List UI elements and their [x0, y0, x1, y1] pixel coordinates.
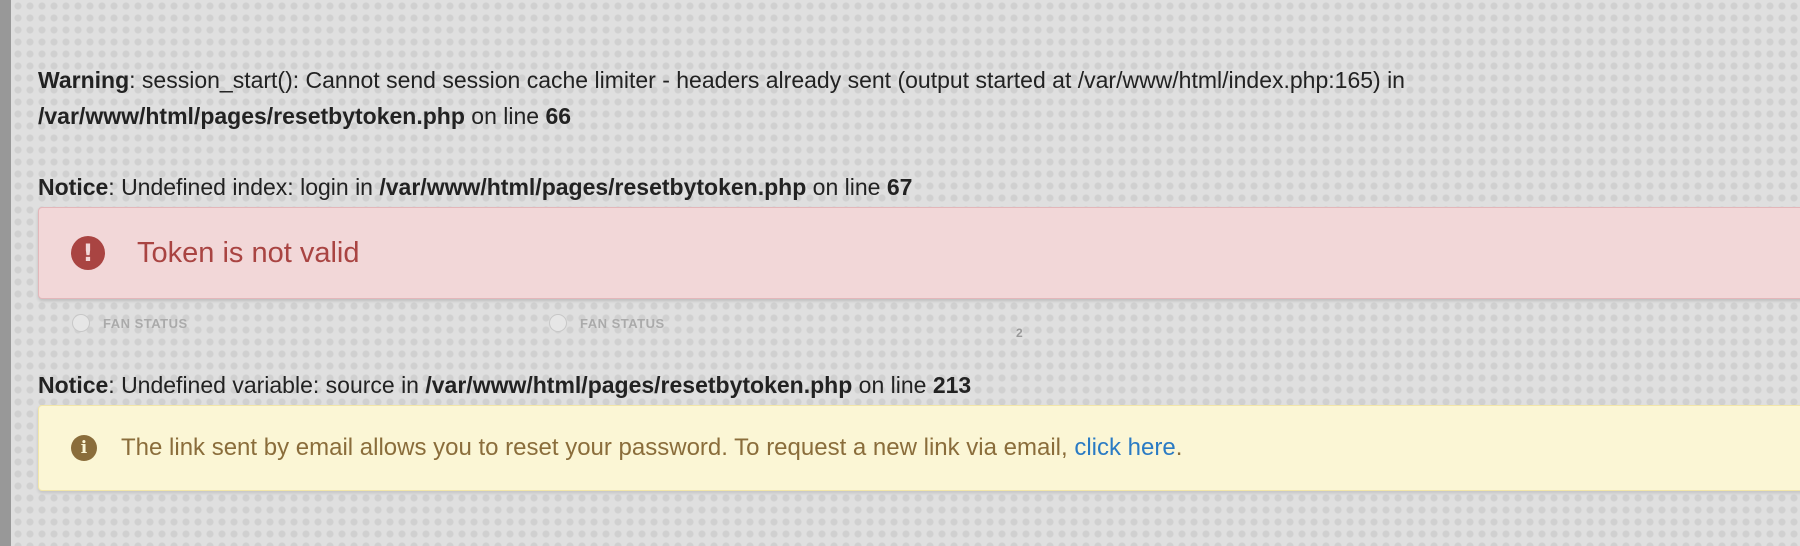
- notice-line-number: 213: [932, 372, 972, 398]
- notice-path: /var/www/html/pages/resetbytoken.php: [379, 174, 807, 200]
- notice-label: Notice: [38, 174, 109, 200]
- fan-status-label: FAN STATUS: [103, 316, 188, 331]
- notice-label: Notice: [38, 372, 109, 398]
- notice-path: /var/www/html/pages/resetbytoken.php: [425, 372, 853, 398]
- notice-text: : Undefined index: login in: [108, 174, 380, 200]
- warning-text: : session_start(): Cannot send session c…: [129, 67, 1405, 93]
- info-alert-message: The link sent by email allows you to res…: [121, 430, 1182, 466]
- exclamation-circle-icon: !: [71, 236, 105, 270]
- notice-on-line: on line: [806, 174, 887, 200]
- notice-on-line: on line: [852, 372, 933, 398]
- warning-line-number: 66: [545, 103, 572, 129]
- warning-path: /var/www/html/pages/resetbytoken.php: [38, 103, 465, 129]
- fan-status-label: FAN STATUS: [580, 316, 665, 331]
- error-alert-message: Token is not valid: [137, 237, 360, 269]
- php-notice-source: Notice: Undefined variable: source in /v…: [38, 367, 971, 403]
- fan-status-led: [549, 314, 567, 332]
- fan-status-led: [72, 314, 90, 332]
- warning-label: Warning: [38, 67, 130, 93]
- info-circle-icon: i: [71, 435, 97, 461]
- request-new-link[interactable]: click here: [1074, 434, 1175, 461]
- notice-text: : Undefined variable: source in: [108, 372, 426, 398]
- php-notice-login: Notice: Undefined index: login in /var/w…: [38, 169, 912, 205]
- info-alert-text: The link sent by email allows you to res…: [121, 434, 1075, 461]
- warning-on-line: on line: [464, 103, 546, 129]
- bay-number-label: 2: [1016, 326, 1024, 340]
- php-warning: Warning: session_start(): Cannot send se…: [38, 62, 1405, 134]
- error-alert: ! Token is not valid: [38, 207, 1800, 299]
- notice-line-number: 67: [886, 174, 913, 200]
- info-alert-suffix: .: [1175, 434, 1183, 461]
- info-alert: i The link sent by email allows you to r…: [38, 405, 1800, 491]
